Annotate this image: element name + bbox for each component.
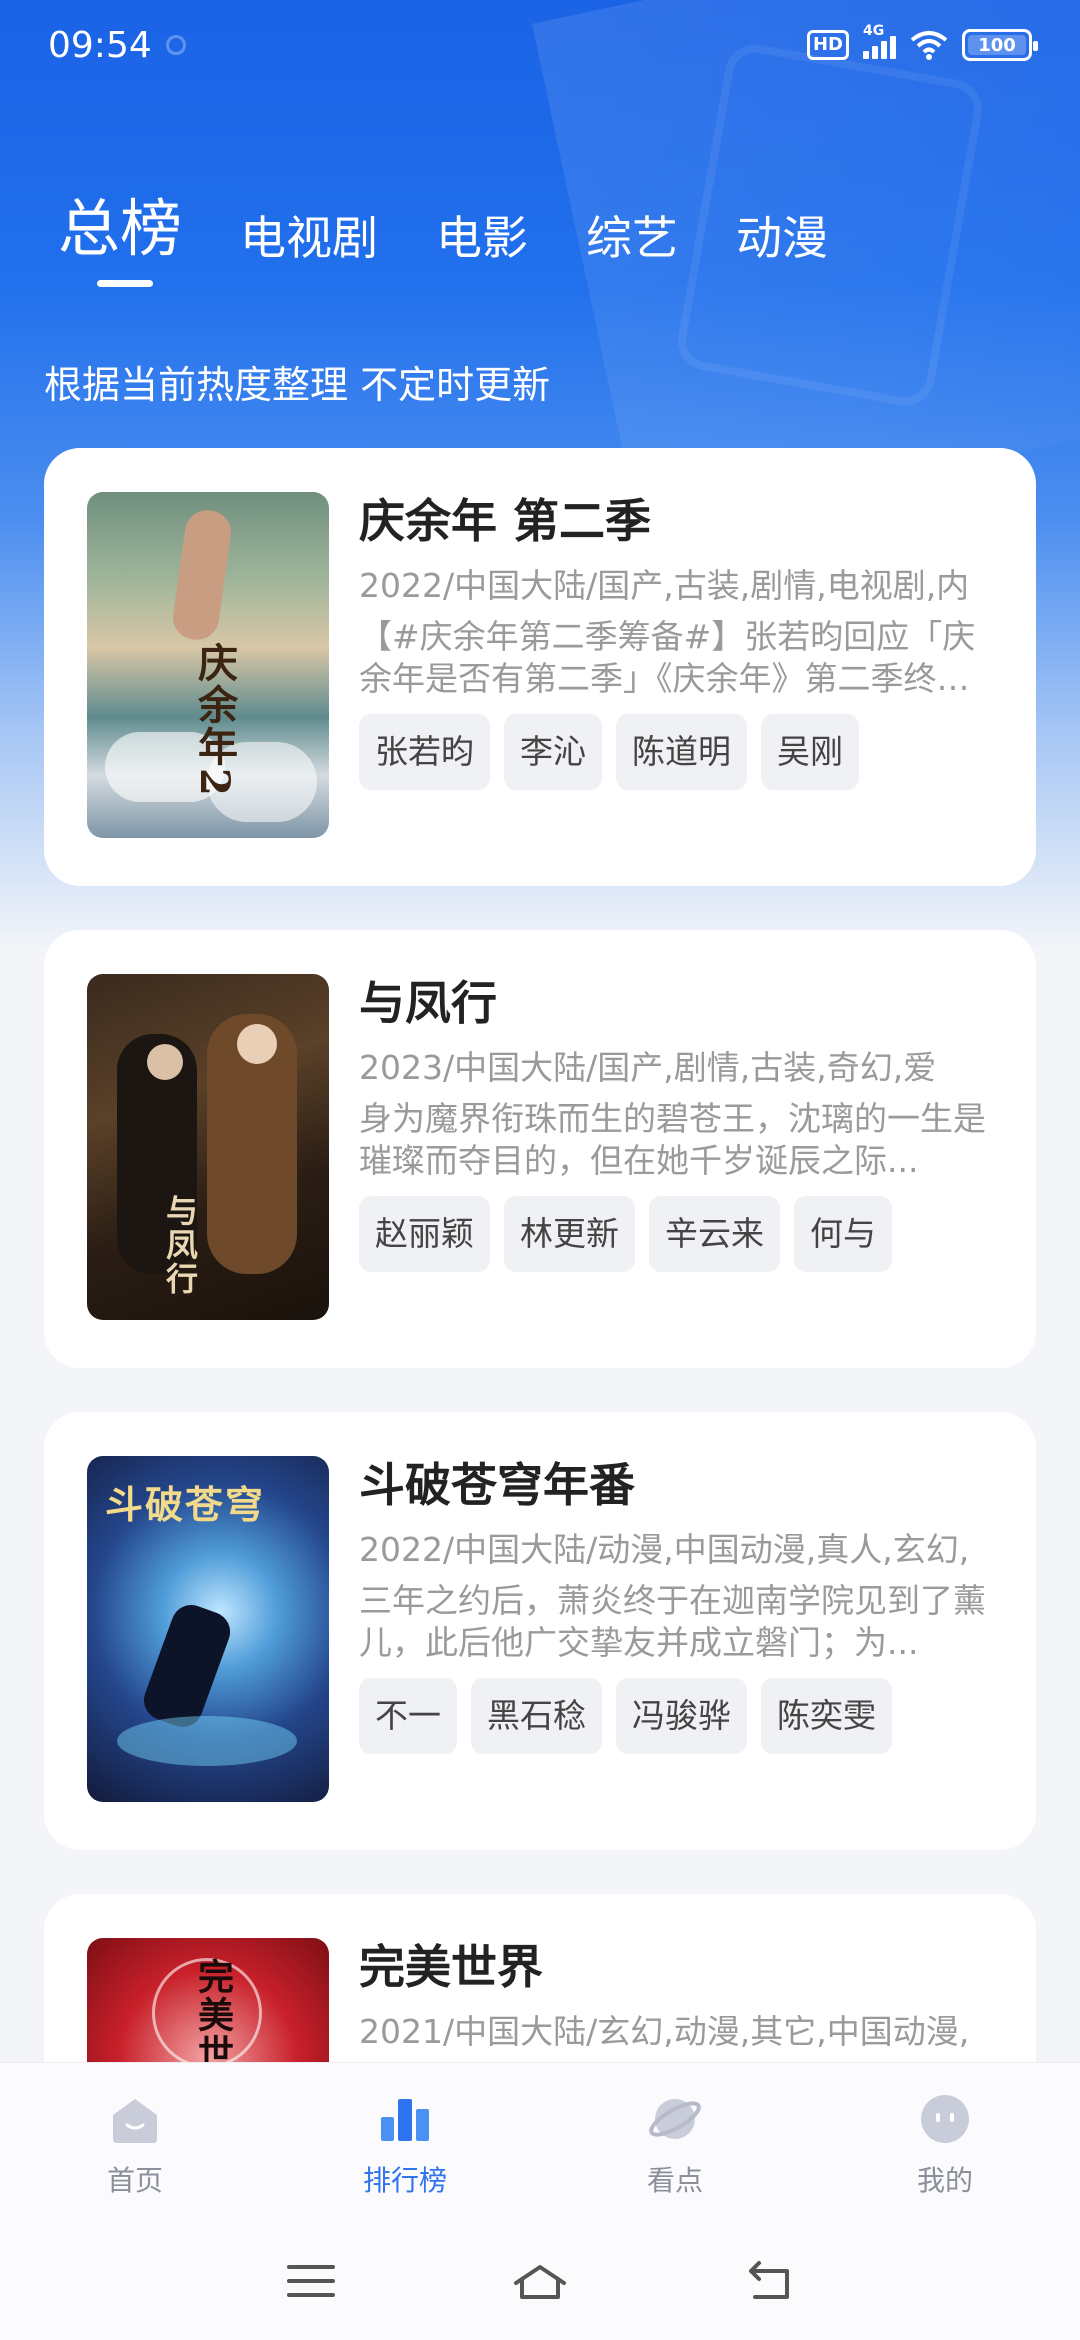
ranking-card[interactable]: 与凤行 与凤行 2023/中国大陆/国产,剧情,古装,奇幻,爱 身为魔界衔珠而生…	[44, 930, 1036, 1368]
planet-icon	[649, 2099, 701, 2139]
ranking-list: 庆余年2 庆余年 第二季 2022/中国大陆/国产,古装,剧情,电视剧,内 【#…	[44, 448, 1036, 2340]
battery-indicator: 100	[962, 29, 1038, 61]
item-meta: 2022/中国大陆/动漫,中国动漫,真人,玄幻,	[359, 1530, 970, 1569]
back-icon[interactable]	[741, 2253, 797, 2309]
cast-tag[interactable]: 李沁	[504, 714, 602, 790]
ranking-subtitle: 根据当前热度整理 不定时更新	[44, 363, 551, 407]
status-bar: 09:54 HD 4G 100	[0, 0, 1080, 90]
nav-highlights[interactable]: 看点	[540, 2063, 810, 2222]
nav-profile[interactable]: 我的	[810, 2063, 1080, 2222]
cast-tag[interactable]: 吴刚	[761, 714, 859, 790]
tab-overall[interactable]: 总榜	[58, 178, 182, 274]
nav-label: 我的	[916, 2164, 973, 2197]
cast-tag[interactable]: 何与	[794, 1196, 892, 1272]
cast-tag[interactable]: 张若昀	[359, 714, 490, 790]
nav-ranking[interactable]: 排行榜	[270, 2063, 540, 2222]
cast-tag[interactable]: 陈奕雯	[761, 1678, 892, 1754]
poster-image: 与凤行	[87, 974, 329, 1320]
item-description: 三年之约后，萧炎终于在迦南学院见到了薰儿，此后他广交挚友并成立磐门；为...	[359, 1581, 986, 1662]
home-button-icon[interactable]	[504, 2253, 576, 2309]
poster-title: 斗破苍穹	[105, 1482, 266, 1527]
tab-anime[interactable]: 动漫	[736, 202, 828, 274]
poster-title: 与凤行	[161, 1194, 199, 1296]
nav-label: 看点	[646, 2164, 703, 2197]
menu-icon[interactable]	[283, 2253, 339, 2309]
poster-image: 斗破苍穹	[87, 1456, 329, 1802]
nav-label: 首页	[106, 2164, 163, 2197]
item-title: 与凤行	[359, 976, 497, 1030]
category-tabs: 总榜 电视剧 电影 综艺 动漫	[58, 178, 886, 274]
cast-tag[interactable]: 冯骏骅	[616, 1678, 747, 1754]
profile-icon	[921, 2095, 969, 2143]
cast-tag[interactable]: 林更新	[504, 1196, 635, 1272]
system-navigation-bar	[0, 2222, 1080, 2340]
battery-level: 100	[978, 34, 1016, 56]
ranking-card[interactable]: 庆余年2 庆余年 第二季 2022/中国大陆/国产,古装,剧情,电视剧,内 【#…	[44, 448, 1036, 886]
cellular-signal-icon: 4G	[863, 23, 896, 59]
tab-variety[interactable]: 综艺	[586, 202, 678, 274]
ranking-icon	[381, 2099, 429, 2141]
wifi-icon	[910, 31, 948, 60]
item-title: 完美世界	[359, 1940, 543, 1994]
poster-title: 庆余年2	[191, 642, 238, 798]
cast-tag[interactable]: 陈道明	[616, 714, 747, 790]
active-tab-indicator	[97, 280, 153, 287]
status-time: 09:54	[48, 24, 152, 66]
bottom-navigation: 首页 排行榜 看点 我的	[0, 2062, 1080, 2222]
item-title: 斗破苍穹年番	[359, 1458, 635, 1512]
item-description: 【#庆余年第二季筹备#】张若昀回应「庆余年是否有第二季」《庆余年》第二季终于有消…	[359, 617, 976, 698]
item-meta: 2022/中国大陆/国产,古装,剧情,电视剧,内	[359, 566, 970, 605]
poster-image: 庆余年2	[87, 492, 329, 838]
tab-movies[interactable]: 电影	[436, 202, 528, 274]
item-meta: 2023/中国大陆/国产,剧情,古装,奇幻,爱	[359, 1048, 937, 1087]
home-icon	[113, 2099, 157, 2143]
cast-tag[interactable]: 辛云来	[649, 1196, 780, 1272]
item-meta: 2021/中国大陆/玄幻,动漫,其它,中国动漫,	[359, 2012, 970, 2051]
item-title: 庆余年 第二季	[359, 494, 652, 548]
nav-label: 排行榜	[362, 2164, 447, 2197]
ranking-card[interactable]: 斗破苍穹 斗破苍穹年番 2022/中国大陆/动漫,中国动漫,真人,玄幻, 三年之…	[44, 1412, 1036, 1850]
network-type: 4G	[863, 23, 885, 39]
sync-icon	[165, 35, 186, 55]
item-description: 身为魔界衔珠而生的碧苍王，沈璃的一生是璀璨而夺目的，但在她千岁诞辰之际...	[359, 1099, 986, 1180]
cast-tag[interactable]: 不一	[359, 1678, 457, 1754]
nav-home[interactable]: 首页	[0, 2063, 270, 2222]
tab-tv-series[interactable]: 电视剧	[240, 202, 378, 274]
cast-tag[interactable]: 黑石稔	[471, 1678, 602, 1754]
cast-tag[interactable]: 赵丽颖	[359, 1196, 490, 1272]
hd-badge: HD	[806, 30, 849, 60]
